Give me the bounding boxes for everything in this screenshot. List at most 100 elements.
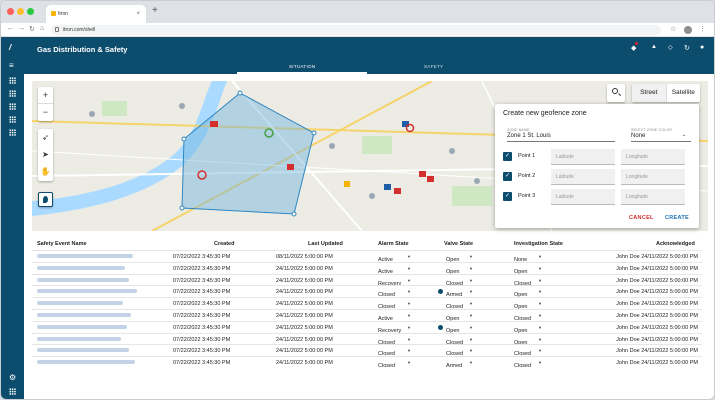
- column-header-ack[interactable]: Acknowledged: [656, 241, 695, 247]
- chevron-down-icon[interactable]: ▼: [538, 360, 542, 365]
- browser-menu-icon[interactable]: ⋮: [699, 25, 706, 33]
- geofence-vertex[interactable]: [311, 130, 317, 136]
- user-icon[interactable]: ●: [700, 44, 704, 51]
- chevron-down-icon[interactable]: ▼: [538, 337, 542, 342]
- menu-icon[interactable]: ≡: [9, 62, 16, 70]
- chevron-down-icon[interactable]: ▼: [538, 254, 542, 259]
- close-window-icon[interactable]: [7, 8, 14, 15]
- location-pin-button[interactable]: [38, 192, 53, 207]
- column-header-alarm[interactable]: Alarm State: [378, 241, 409, 247]
- new-tab-icon[interactable]: +: [152, 5, 158, 16]
- geofence-vertex[interactable]: [291, 211, 297, 217]
- chevron-down-icon[interactable]: ▼: [469, 337, 473, 342]
- chevron-down-icon[interactable]: ▼: [407, 278, 411, 283]
- chevron-down-icon[interactable]: ▼: [407, 301, 411, 306]
- forward-icon[interactable]: →: [18, 25, 25, 32]
- profile-avatar[interactable]: [684, 26, 692, 34]
- chevron-down-icon[interactable]: ▼: [407, 313, 411, 318]
- latitude-input[interactable]: Latitude: [551, 149, 615, 165]
- info-icon[interactable]: [438, 289, 443, 295]
- address-bar[interactable]: itron.com/shell: [51, 25, 661, 35]
- event-name-redacted[interactable]: [37, 336, 121, 341]
- table-row[interactable]: 07/22/2022 3:45:30 PM 24/11/2022 5:00:00 …: [32, 273, 702, 287]
- gas-asset-marker[interactable]: [394, 188, 401, 194]
- zone-color-select[interactable]: None: [631, 133, 645, 139]
- minimize-window-icon[interactable]: [17, 8, 24, 15]
- chevron-down-icon[interactable]: ▼: [469, 313, 473, 318]
- table-row[interactable]: 07/22/2022 3:45:30 PM 24/11/2022 5:00:00 …: [32, 320, 702, 334]
- chevron-down-icon[interactable]: ▼: [407, 348, 411, 353]
- column-header-valve[interactable]: Valve State: [444, 241, 473, 247]
- table-row[interactable]: 07/22/2022 3:45:30 PM 24/11/2022 5:00:00 …: [32, 309, 702, 322]
- event-name-redacted[interactable]: [37, 324, 127, 329]
- chevron-down-icon[interactable]: ▼: [469, 301, 473, 306]
- alert-marker[interactable]: [405, 123, 415, 133]
- table-row[interactable]: 07/22/2022 3:45:30 PM 24/11/2022 5:00:00 …: [32, 297, 702, 310]
- refresh-icon[interactable]: ↻: [684, 44, 690, 52]
- chevron-down-icon[interactable]: ▼: [407, 254, 411, 259]
- table-row[interactable]: 07/22/2022 3:45:30 PM 24/11/2022 5:00:00 …: [32, 285, 702, 298]
- draw-polygon-icon[interactable]: ➶: [38, 129, 53, 146]
- chevron-down-icon[interactable]: ▼: [469, 266, 473, 271]
- gas-asset-marker[interactable]: [287, 164, 294, 170]
- chevron-down-icon[interactable]: ▼: [538, 301, 542, 306]
- column-header-created[interactable]: Created: [214, 241, 234, 247]
- column-header-investigation[interactable]: Investigation State: [514, 241, 563, 247]
- geofence-vertex[interactable]: [237, 90, 243, 96]
- chevron-down-icon[interactable]: ▼: [469, 360, 473, 365]
- tab-situation[interactable]: SITUATION: [289, 64, 315, 69]
- event-name-redacted[interactable]: [37, 265, 125, 270]
- apps-grid-icon[interactable]: [9, 90, 16, 97]
- create-button[interactable]: CREATE: [665, 215, 689, 221]
- column-header-updated[interactable]: Last Updated: [308, 241, 343, 247]
- apps-grid-icon[interactable]: [9, 388, 16, 395]
- tab-close-icon[interactable]: ×: [136, 5, 140, 23]
- event-name-redacted[interactable]: [37, 289, 137, 294]
- longitude-input[interactable]: Longitude: [621, 189, 685, 205]
- chevron-down-icon[interactable]: ▼: [538, 289, 542, 294]
- chevron-down-icon[interactable]: ▼: [407, 325, 411, 330]
- point-checkbox[interactable]: ✓: [503, 172, 512, 181]
- event-name-redacted[interactable]: [37, 254, 133, 258]
- zoom-out-button[interactable]: −: [38, 104, 53, 121]
- pointer-select-icon[interactable]: ➤: [38, 146, 53, 163]
- longitude-input[interactable]: Longitude: [621, 169, 685, 185]
- chevron-down-icon[interactable]: ▼: [538, 266, 542, 271]
- apps-grid-icon[interactable]: [9, 129, 16, 136]
- apps-grid-icon[interactable]: [9, 103, 16, 110]
- chevron-down-icon[interactable]: ▼: [538, 348, 542, 353]
- latitude-input[interactable]: Latitude: [551, 169, 615, 185]
- event-name-redacted[interactable]: [37, 360, 135, 365]
- gas-asset-marker[interactable]: [344, 181, 350, 187]
- alert-triangle-icon[interactable]: ▲: [651, 44, 657, 50]
- geofence-vertex[interactable]: [181, 136, 187, 142]
- diamond-icon[interactable]: ◇: [668, 44, 673, 51]
- gas-asset-marker[interactable]: [427, 176, 434, 182]
- notification-icon[interactable]: ◆: [631, 42, 638, 52]
- browser-tab[interactable]: Itron ×: [46, 5, 146, 23]
- point-checkbox[interactable]: ✓: [503, 192, 512, 201]
- chevron-down-icon[interactable]: ▼: [407, 337, 411, 342]
- chevron-down-icon[interactable]: ▼: [469, 289, 473, 294]
- point-checkbox[interactable]: ✓: [503, 152, 512, 161]
- pan-hand-icon[interactable]: ✋: [38, 163, 53, 180]
- bookmark-star-icon[interactable]: ☆: [670, 25, 676, 33]
- cancel-button[interactable]: CANCEL: [629, 215, 654, 221]
- chevron-down-icon[interactable]: ▼: [407, 289, 411, 294]
- map-search-button[interactable]: [607, 84, 625, 102]
- table-row[interactable]: 07/22/2022 3:45:30 PM 24/11/2022 5:00:00 …: [32, 356, 702, 369]
- longitude-input[interactable]: Longitude: [621, 149, 685, 165]
- back-icon[interactable]: ←: [7, 25, 14, 32]
- info-icon[interactable]: [438, 324, 443, 330]
- table-row[interactable]: 07/22/2022 3:45:30 PM 24/11/2022 5:00:00 …: [32, 344, 702, 357]
- maximize-window-icon[interactable]: [27, 8, 34, 15]
- latitude-input[interactable]: Latitude: [551, 189, 615, 205]
- event-name-redacted[interactable]: [37, 313, 131, 317]
- settings-gear-icon[interactable]: ⚙: [9, 374, 16, 382]
- chevron-down-icon[interactable]: ▼: [407, 266, 411, 271]
- zone-name-input[interactable]: Zone 1 St. Louis: [507, 133, 551, 139]
- reload-icon[interactable]: ↻: [29, 25, 35, 33]
- event-name-redacted[interactable]: [37, 277, 129, 282]
- satellite-view-button[interactable]: Satellite: [667, 84, 701, 102]
- apps-grid-icon[interactable]: [9, 77, 16, 84]
